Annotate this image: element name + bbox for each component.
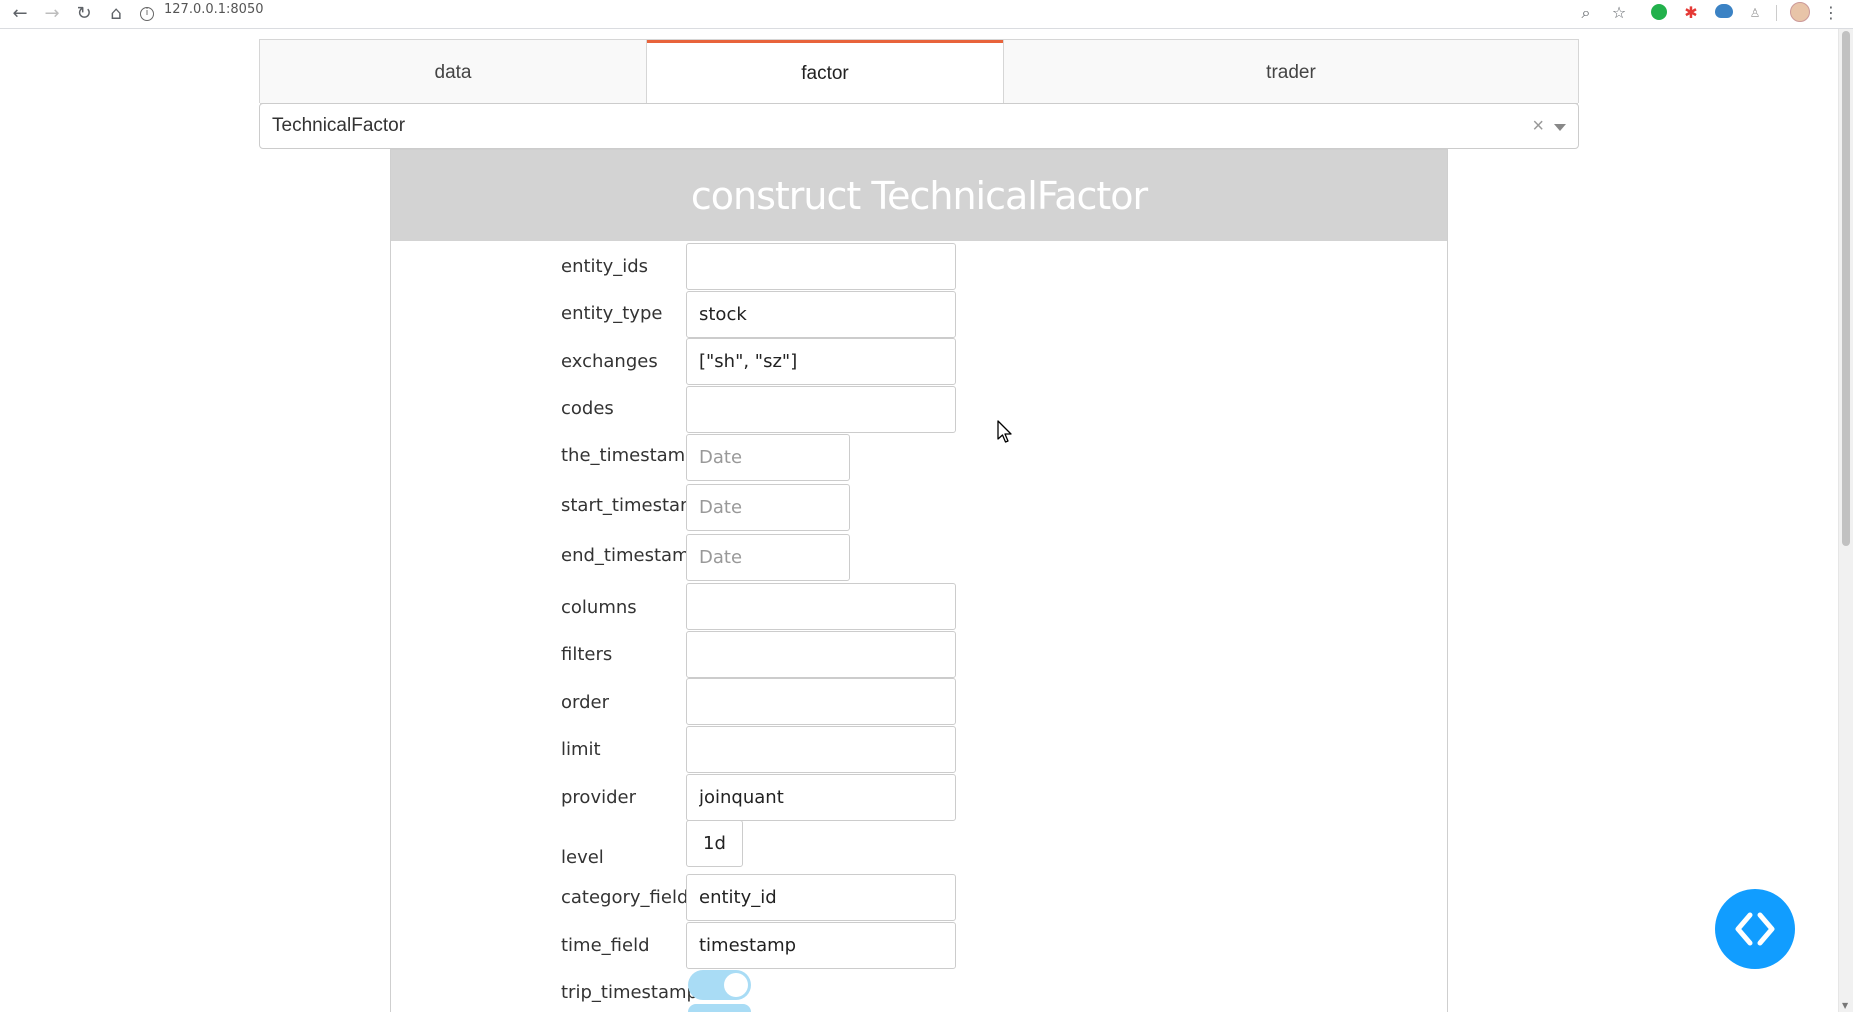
mouse-cursor-icon: [997, 420, 1012, 443]
exchanges-label: exchanges: [561, 351, 658, 372]
columns-label: columns: [561, 597, 637, 618]
level-label: level: [561, 847, 604, 868]
tab-data[interactable]: data: [260, 40, 647, 104]
entity-ids-label: entity_ids: [561, 256, 649, 277]
browser-toolbar: ← → ↻ ⌂ i 127.0.0.1:8050 ⌕ ☆ ✱ ♙ ⋮: [0, 0, 1853, 29]
factor-select-value: TechnicalFactor: [272, 115, 406, 136]
main-tabs: data factor trader: [259, 39, 1579, 104]
filters-label: filters: [561, 644, 613, 665]
extension-person-icon[interactable]: ♙: [1744, 2, 1766, 24]
order-label: order: [561, 692, 609, 713]
category-field-label: category_field: [561, 887, 686, 908]
toggle-knob: [724, 973, 748, 997]
level-select[interactable]: 1d: [686, 820, 743, 867]
start-timestamp-label: start_timestamp: [561, 495, 686, 516]
back-icon[interactable]: ←: [8, 2, 32, 26]
entity-type-label: entity_type: [561, 303, 663, 324]
menu-kebab-icon[interactable]: ⋮: [1820, 2, 1842, 24]
provider-input[interactable]: [686, 774, 956, 821]
scrollbar-thumb[interactable]: [1842, 31, 1850, 546]
toolbar-divider: [1776, 5, 1777, 21]
code-toggle-button[interactable]: [1715, 889, 1795, 969]
end-timestamp-date-input[interactable]: [686, 534, 850, 581]
extension-green-icon[interactable]: [1651, 4, 1667, 20]
url-text: 127.0.0.1:8050: [164, 2, 264, 17]
category-field-input[interactable]: [686, 874, 956, 921]
scroll-down-icon[interactable]: ▼: [1842, 1001, 1848, 1010]
end-timestamp-label: end_timestamp: [561, 545, 686, 566]
time-field-input[interactable]: [686, 922, 956, 969]
next-toggle-partial[interactable]: [688, 1004, 751, 1012]
start-timestamp-date-input[interactable]: [686, 484, 850, 531]
zoom-icon[interactable]: ⌕: [1575, 2, 1597, 24]
page-scrollbar[interactable]: ▼: [1838, 29, 1853, 1012]
limit-input[interactable]: [686, 726, 956, 773]
forward-icon[interactable]: →: [40, 2, 64, 26]
extension-cloud-icon[interactable]: [1715, 4, 1733, 18]
the-timestamp-label: the_timestamp: [561, 445, 686, 466]
time-field-label: time_field: [561, 935, 650, 956]
order-input[interactable]: [686, 678, 956, 725]
tab-trader[interactable]: trader: [1003, 40, 1578, 104]
exchanges-input[interactable]: [686, 338, 956, 385]
provider-label: provider: [561, 787, 636, 808]
site-info-icon[interactable]: i: [140, 7, 154, 21]
codes-label: codes: [561, 398, 614, 419]
address-bar[interactable]: i 127.0.0.1:8050: [140, 0, 264, 22]
code-brackets-icon: [1735, 912, 1775, 946]
reload-icon[interactable]: ↻: [72, 2, 96, 26]
columns-input[interactable]: [686, 583, 956, 630]
entity-ids-input[interactable]: [686, 243, 956, 290]
the-timestamp-date-input[interactable]: [686, 434, 850, 481]
clear-icon[interactable]: ×: [1532, 104, 1544, 148]
trip-timestamp-toggle[interactable]: [688, 970, 751, 1000]
codes-input[interactable]: [686, 386, 956, 433]
profile-avatar-icon[interactable]: [1790, 2, 1810, 22]
panel-title: construct TechnicalFactor: [391, 150, 1447, 241]
filters-input[interactable]: [686, 631, 956, 678]
tab-factor[interactable]: factor: [647, 40, 1003, 104]
chevron-down-icon[interactable]: [1554, 124, 1566, 131]
extension-asterisk-icon[interactable]: ✱: [1680, 2, 1702, 24]
bookmark-star-icon[interactable]: ☆: [1608, 2, 1630, 24]
limit-label: limit: [561, 739, 601, 760]
home-icon[interactable]: ⌂: [104, 2, 128, 26]
trip-timestamp-label: trip_timestamp: [561, 982, 698, 1003]
entity-type-input[interactable]: [686, 291, 956, 338]
factor-select[interactable]: TechnicalFactor ×: [259, 103, 1579, 149]
